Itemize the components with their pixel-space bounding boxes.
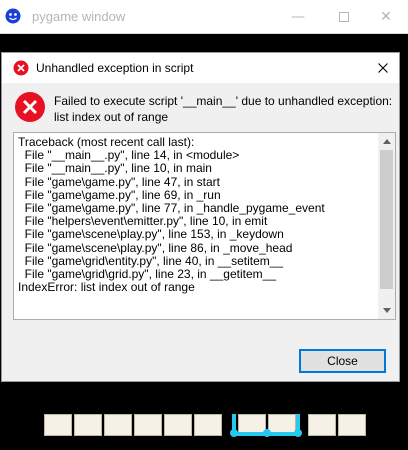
traceback-line: IndexError: list index out of range [18,280,195,295]
traceback-lines: Traceback (most recent call last): File … [14,135,378,295]
traceback-line: File "game\grid\entity.py", line 40, in … [18,253,284,268]
snake-node [263,429,271,437]
traceback-line: File "game\game.py", line 47, in start [18,174,220,189]
traceback-line: File "__main__.py", line 10, in main [18,161,212,176]
pygame-icon [5,8,21,24]
error-icon [15,92,45,122]
grid-tile [74,414,102,436]
snake-node [230,429,238,437]
dialog-title: Unhandled exception in script [36,61,194,75]
pygame-title-bar: pygame window — ✕ [0,0,408,34]
error-icon [13,60,29,76]
vertical-scrollbar[interactable] [378,133,395,319]
scroll-down-button[interactable] [378,302,395,319]
chevron-up-icon [382,139,391,144]
window-close-button[interactable]: ✕ [364,0,408,33]
grid-tile [164,414,192,436]
grid-tile [104,414,132,436]
grid-tile [134,414,162,436]
grid-tile [44,414,72,436]
minimize-button[interactable]: — [276,0,320,33]
scrollbar-thumb[interactable] [380,150,393,289]
minimize-icon: — [291,8,305,25]
close-icon [378,63,388,73]
maximize-button[interactable] [322,0,366,33]
window-title: pygame window [32,9,126,24]
snake-node [294,429,302,437]
traceback-textbox[interactable]: Traceback (most recent call last): File … [13,132,396,320]
grid-tile [194,414,222,436]
chevron-down-icon [382,308,391,313]
traceback-line: File "game\game.py", line 69, in _run [18,187,221,202]
exception-dialog: Unhandled exception in script Failed to … [1,52,400,382]
close-icon: ✕ [380,8,392,25]
error-message: Failed to execute script '__main__' due … [54,94,393,124]
traceback-line: File "game\scene\play.py", line 153, in … [18,227,284,242]
dialog-close-x-button[interactable] [367,53,399,83]
close-button[interactable]: Close [299,349,386,373]
grid-tile [308,414,336,436]
dialog-title-bar: Unhandled exception in script [2,53,399,83]
grid-tile [338,414,366,436]
scroll-up-button[interactable] [378,133,395,150]
maximize-icon [339,11,349,22]
traceback-line: File "game\scene\play.py", line 86, in _… [18,240,293,255]
